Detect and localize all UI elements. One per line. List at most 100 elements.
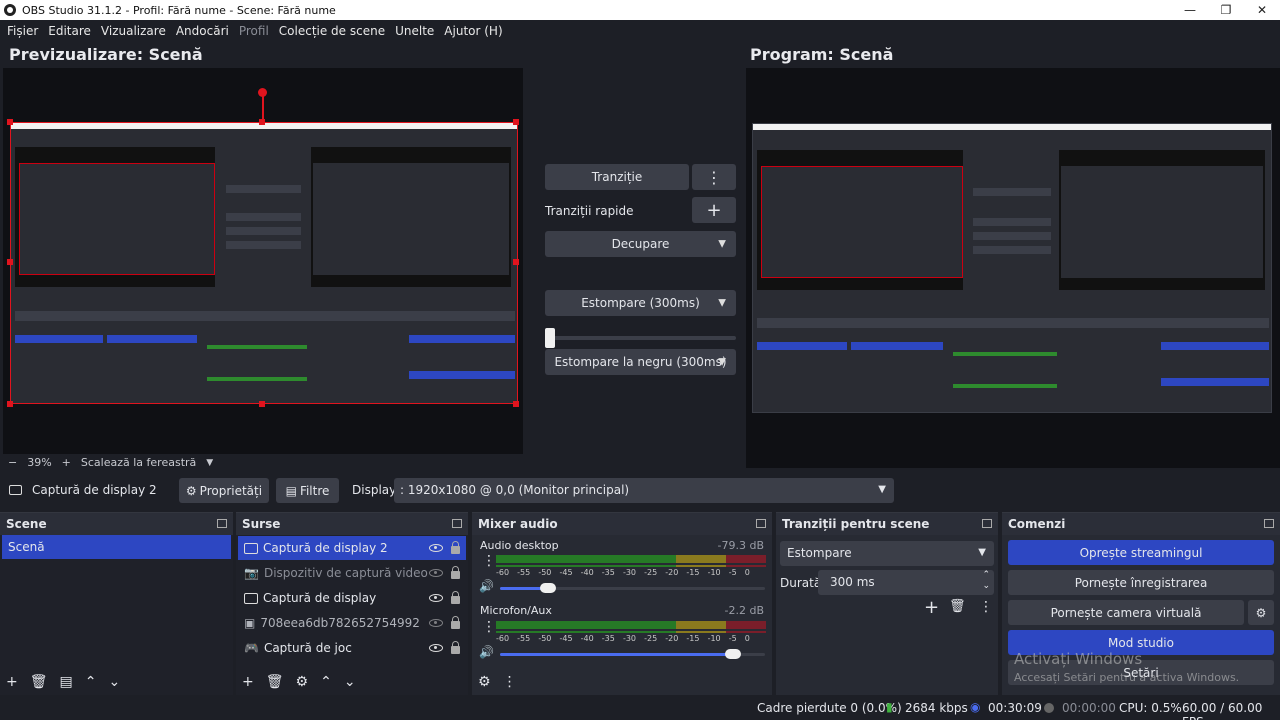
selection-box[interactable] bbox=[10, 122, 518, 404]
quick-transition-cut[interactable]: Decupare ▼ bbox=[545, 231, 736, 257]
volume-knob[interactable] bbox=[725, 649, 741, 659]
lock-icon[interactable] bbox=[451, 540, 460, 554]
resize-handle-t[interactable] bbox=[259, 119, 265, 125]
close-button[interactable]: ✕ bbox=[1244, 0, 1280, 20]
gear-icon: ⚙ bbox=[185, 483, 197, 498]
display-select[interactable]: : 1920x1080 @ 0,0 (Monitor principal) ▼ bbox=[394, 478, 894, 503]
source-item[interactable]: Captură de display 2 bbox=[238, 536, 466, 560]
activate-windows-subtitle: Accesați Setări pentru a activa Windows. bbox=[1014, 671, 1240, 684]
volume-knob[interactable] bbox=[540, 583, 556, 593]
undock-icon[interactable] bbox=[982, 519, 992, 528]
scale-mode-label: Scalează la fereastră bbox=[80, 456, 197, 469]
source-item[interactable]: 🎮 Captură de joc bbox=[238, 636, 466, 660]
undock-icon[interactable] bbox=[1264, 519, 1274, 528]
scenes-footer: + 🗑 ▤ ⌃ ⌄ bbox=[0, 669, 233, 695]
gear-icon[interactable]: ⚙ bbox=[296, 674, 309, 690]
speaker-icon[interactable]: 🔊 bbox=[479, 579, 494, 593]
start-recording-button[interactable]: Pornește înregistrarea bbox=[1008, 570, 1274, 595]
lock-icon[interactable] bbox=[451, 590, 460, 604]
preview-title: Previzualizare: Scenă bbox=[9, 45, 203, 64]
t-bar-track[interactable] bbox=[545, 336, 736, 340]
kebab-menu-icon[interactable]: ⋮ bbox=[482, 553, 496, 569]
preview-canvas[interactable] bbox=[3, 68, 523, 454]
menu-file[interactable]: Fișier bbox=[7, 24, 38, 38]
undock-icon[interactable] bbox=[756, 519, 766, 528]
quick-transition-fade[interactable]: Estompare (300ms) ▼ bbox=[545, 290, 736, 316]
visibility-icon[interactable] bbox=[429, 594, 443, 602]
minimize-button[interactable]: — bbox=[1172, 0, 1208, 20]
lock-icon[interactable] bbox=[451, 615, 460, 629]
tick: -50 bbox=[538, 568, 552, 577]
arrow-down-icon[interactable]: ⌄ bbox=[108, 674, 120, 690]
resize-handle-r[interactable] bbox=[513, 259, 519, 265]
zoom-in-button[interactable]: + bbox=[62, 456, 71, 469]
arrow-up-icon[interactable]: ⌃ bbox=[320, 674, 332, 690]
zoom-out-button[interactable]: − bbox=[8, 456, 17, 469]
spin-up-icon[interactable]: ⌃ bbox=[982, 570, 990, 580]
quick-transition-cut-label: Decupare bbox=[611, 237, 670, 251]
visibility-icon[interactable] bbox=[429, 544, 443, 552]
resize-handle-tr[interactable] bbox=[513, 119, 519, 125]
add-icon[interactable]: + bbox=[924, 597, 939, 618]
lock-icon[interactable] bbox=[451, 640, 460, 654]
resize-handle-b[interactable] bbox=[259, 401, 265, 407]
trash-icon[interactable]: 🗑 bbox=[30, 674, 48, 690]
transition-menu-button[interactable]: ⋮ bbox=[692, 164, 736, 190]
tick: 0 bbox=[744, 634, 750, 643]
source-item[interactable]: 📷 Dispozitiv de captură video bbox=[238, 561, 466, 585]
source-item[interactable]: ▣ 708eea6db78265275499222e3 bbox=[238, 611, 466, 635]
arrow-down-icon[interactable]: ⌄ bbox=[344, 674, 356, 690]
spin-down-icon[interactable]: ⌄ bbox=[982, 581, 990, 591]
scene-item[interactable]: Scenă bbox=[2, 535, 231, 559]
hidden-icon[interactable] bbox=[429, 569, 443, 577]
image-icon: ▣ bbox=[244, 616, 256, 630]
menu-scene-collection[interactable]: Colecție de scene bbox=[279, 24, 385, 38]
scale-dropdown-icon[interactable]: ▼ bbox=[206, 458, 213, 468]
speaker-icon[interactable]: 🔊 bbox=[479, 645, 494, 659]
visibility-icon[interactable] bbox=[429, 644, 443, 652]
start-virtual-camera-button[interactable]: Pornește camera virtuală bbox=[1008, 600, 1244, 625]
kebab-menu-icon[interactable]: ⋮ bbox=[482, 619, 496, 635]
hidden-icon[interactable] bbox=[429, 619, 443, 627]
quick-transition-fade-black[interactable]: Estompare la negru (300ms) ▼ bbox=[545, 349, 736, 375]
duration-input[interactable]: 300 ms ⌃ ⌄ bbox=[818, 570, 994, 595]
resize-handle-l[interactable] bbox=[7, 259, 13, 265]
scene-item-label: Scenă bbox=[8, 540, 45, 554]
add-icon[interactable]: + bbox=[242, 674, 254, 690]
volume-slider[interactable] bbox=[500, 583, 765, 593]
menu-edit[interactable]: Editare bbox=[48, 24, 91, 38]
add-quick-transition-button[interactable]: + bbox=[692, 197, 736, 223]
menu-profile[interactable]: Profil bbox=[239, 24, 269, 38]
kebab-menu-icon[interactable]: ⋮ bbox=[979, 599, 993, 615]
gear-icon[interactable]: ⚙ bbox=[478, 674, 491, 690]
monitor-icon bbox=[244, 542, 258, 554]
trash-icon[interactable]: 🗑 bbox=[949, 599, 966, 614]
arrow-up-icon[interactable]: ⌃ bbox=[85, 674, 97, 690]
properties-button[interactable]: ⚙ Proprietăți bbox=[179, 478, 269, 503]
undock-icon[interactable] bbox=[452, 519, 462, 528]
trash-icon[interactable]: 🗑 bbox=[266, 674, 284, 690]
kebab-menu-icon[interactable]: ⋮ bbox=[503, 674, 517, 690]
maximize-button[interactable]: ❐ bbox=[1208, 0, 1244, 20]
rotation-handle[interactable] bbox=[258, 88, 267, 97]
audio-meter-peak bbox=[496, 631, 766, 633]
transition-button[interactable]: Tranziție bbox=[545, 164, 689, 190]
stop-streaming-button[interactable]: Oprește streamingul bbox=[1008, 540, 1274, 565]
volume-slider[interactable] bbox=[500, 649, 765, 659]
transition-select[interactable]: Estompare ▼ bbox=[780, 541, 994, 566]
source-item[interactable]: Captură de display bbox=[238, 586, 466, 610]
filter-icon[interactable]: ▤ bbox=[60, 674, 73, 690]
lock-icon[interactable] bbox=[451, 565, 460, 579]
undock-icon[interactable] bbox=[217, 519, 227, 528]
menu-tools[interactable]: Unelte bbox=[395, 24, 434, 38]
menu-help[interactable]: Ajutor (H) bbox=[444, 24, 502, 38]
menu-view[interactable]: Vizualizare bbox=[101, 24, 166, 38]
resize-handle-tl[interactable] bbox=[7, 119, 13, 125]
resize-handle-br[interactable] bbox=[513, 401, 519, 407]
filters-button[interactable]: ▤ Filtre bbox=[276, 478, 339, 503]
virtual-camera-settings-button[interactable]: ⚙ bbox=[1248, 600, 1274, 625]
resize-handle-bl[interactable] bbox=[7, 401, 13, 407]
menu-docks[interactable]: Andocări bbox=[176, 24, 229, 38]
t-bar-handle[interactable] bbox=[545, 328, 555, 348]
add-icon[interactable]: + bbox=[6, 674, 18, 690]
